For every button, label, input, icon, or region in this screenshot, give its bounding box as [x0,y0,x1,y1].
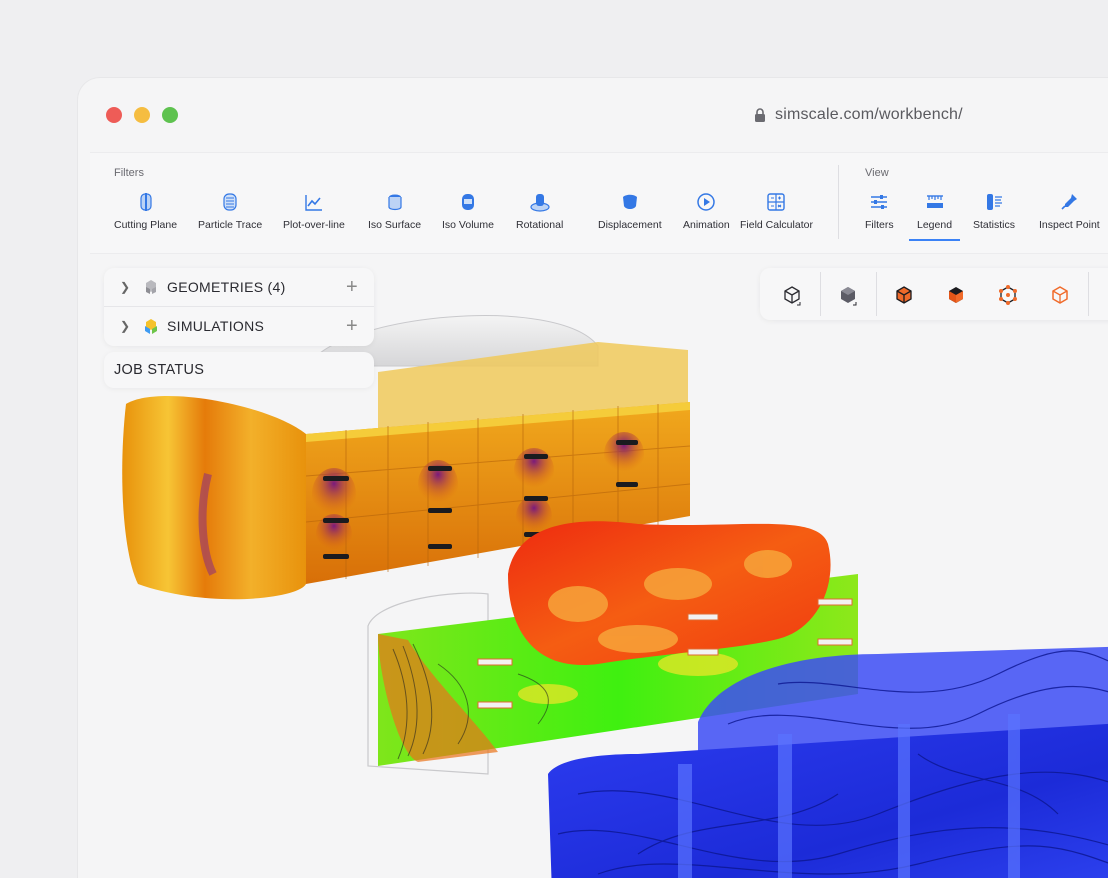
view-inspect-point[interactable]: Inspect Point [1039,191,1100,231]
tool-rotational[interactable]: Rotational [516,191,563,231]
add-simulation-button[interactable]: + [346,315,358,338]
iso-volume-icon [457,191,479,213]
viewbar-separator [876,272,877,316]
cube-outline-icon[interactable] [778,281,806,309]
cube-orange-outline-icon[interactable] [1046,281,1074,309]
field-calculator-icon [765,191,787,213]
tree-item-geometries[interactable]: ❯ GEOMETRIES (4) + [104,268,374,306]
url-text: simscale.com/workbench/ [775,106,963,123]
tool-cutting-plane[interactable]: Cutting Plane [114,191,177,231]
app-window: simscale.com/workbench/ Filters View Cut… [78,78,1108,878]
displacement-icon [619,191,641,213]
plot-over-line-icon [303,191,325,213]
view-mode-bar [760,268,1108,320]
3d-viewport[interactable] [78,254,1108,878]
filters-group-label: Filters [114,167,144,179]
cube-orange-icon[interactable] [890,281,918,309]
rotational-icon [529,191,551,213]
filters-sliders-icon [868,191,890,213]
cube-points-icon[interactable] [994,281,1022,309]
cube-black-orange-icon[interactable] [942,281,970,309]
maximize-window-button[interactable] [162,107,178,123]
tree-item-simulations[interactable]: ❯ SIMULATIONS + [104,306,374,345]
cube-solid-icon[interactable] [834,281,862,309]
tool-field-calculator[interactable]: Field Calculator [740,191,813,231]
view-statistics[interactable]: Statistics [973,191,1015,231]
tool-plot-over-line[interactable]: Plot-over-line [283,191,345,231]
statistics-icon [983,191,1005,213]
tool-particle-trace[interactable]: Particle Trace [198,191,262,231]
address-bar[interactable]: simscale.com/workbench/ [754,104,963,126]
iso-surface-icon [384,191,406,213]
lock-icon [755,108,765,122]
toolbar: Filters View Cutting Plane Particle Trac… [90,152,1108,254]
viewbar-separator [1088,272,1089,316]
view-filters[interactable]: Filters [865,191,894,231]
tool-displacement[interactable]: Displacement [598,191,662,231]
simulation-cubes-icon [145,319,157,334]
cutting-plane-icon [135,191,157,213]
chevron-right-icon: ❯ [120,319,131,333]
job-status-label: JOB STATUS [114,362,205,378]
viewbar-separator [820,272,821,316]
tool-animation[interactable]: Animation [683,191,730,231]
view-group-label: View [865,167,889,179]
inspect-point-icon [1058,191,1080,213]
tool-iso-volume[interactable]: Iso Volume [442,191,494,231]
geometry-cubes-icon [146,280,156,294]
view-legend[interactable]: Legend [908,191,961,241]
object-tree-panel: ❯ GEOMETRIES (4) + ❯ SIMULATIONS + [104,268,374,346]
particle-trace-icon [219,191,241,213]
minimize-window-button[interactable] [134,107,150,123]
tool-iso-surface[interactable]: Iso Surface [368,191,421,231]
chevron-right-icon: ❯ [120,280,131,294]
job-status-panel[interactable]: JOB STATUS [104,352,374,388]
add-geometry-button[interactable]: + [346,276,358,299]
animation-icon [695,191,717,213]
close-window-button[interactable] [106,107,122,123]
legend-icon [924,191,946,213]
toolbar-separator [838,165,839,239]
